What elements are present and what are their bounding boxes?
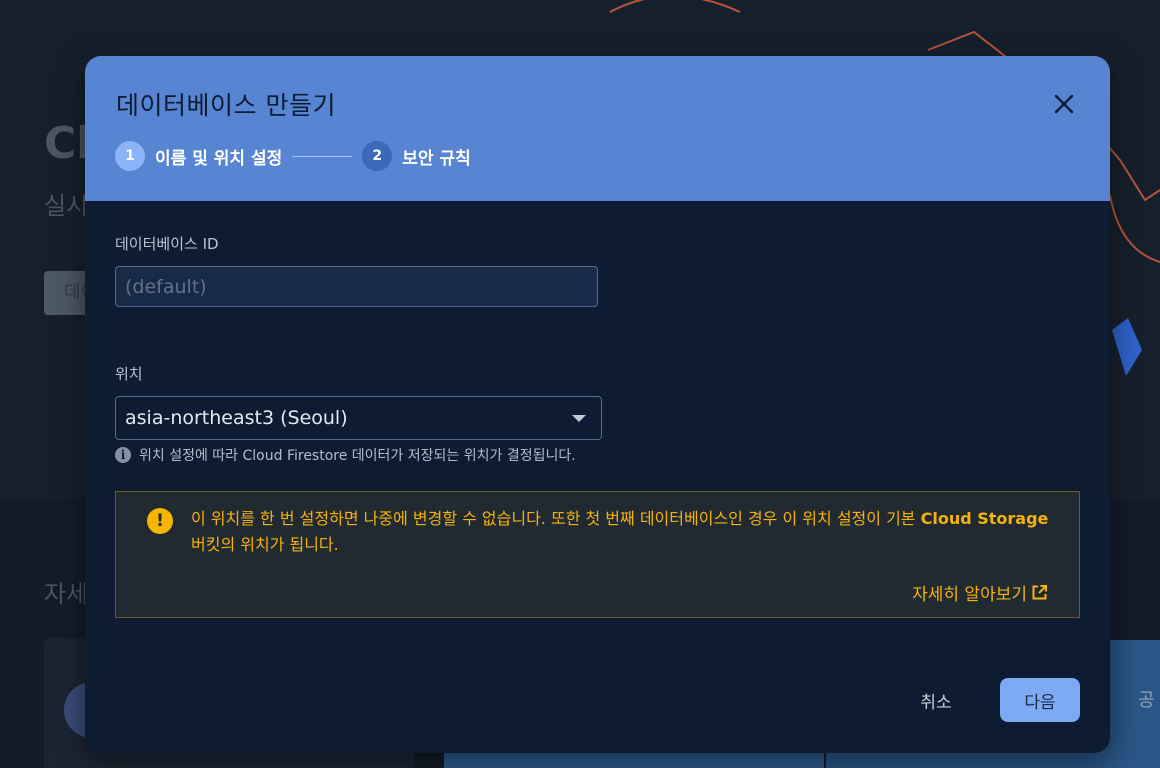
bg-card-text: 공 <box>1138 690 1155 711</box>
stepper: 1 이름 및 위치 설정 2 보안 규칙 <box>115 140 471 172</box>
open-in-new-icon <box>1032 585 1047 600</box>
learn-more-link[interactable]: 자세히 알아보기 <box>912 580 1048 605</box>
step-2-number: 2 <box>362 141 393 171</box>
warning-text-part2: 버킷의 위치가 됩니다. <box>191 535 339 554</box>
step-2-label: 보안 규칙 <box>402 148 471 169</box>
step-1-label: 이름 및 위치 설정 <box>155 148 283 169</box>
create-database-dialog: 데이터베이스 만들기 1 이름 및 위치 설정 2 보안 규칙 데이터베이스 I… <box>85 56 1110 753</box>
database-id-input[interactable] <box>115 266 598 307</box>
next-button[interactable]: 다음 <box>1000 678 1080 722</box>
location-label: 위치 <box>115 365 143 383</box>
info-icon: i <box>115 447 131 463</box>
step-connector <box>292 155 353 157</box>
chevron-down-icon <box>572 414 586 422</box>
location-hint: i 위치 설정에 따라 Cloud Firestore 데이터가 저장되는 위치… <box>115 445 576 465</box>
close-button[interactable] <box>1047 87 1081 121</box>
database-id-label: 데이터베이스 ID <box>115 235 219 253</box>
learn-more-label: 자세히 알아보기 <box>912 585 1027 605</box>
step-1-number: 1 <box>115 141 145 171</box>
bg-page-subtitle: 실시 <box>44 192 89 220</box>
dialog-header: 데이터베이스 만들기 1 이름 및 위치 설정 2 보안 규칙 <box>85 56 1110 201</box>
warning-banner: ! 이 위치를 한 번 설정하면 나중에 변경할 수 없습니다. 또한 첫 번째… <box>115 491 1080 618</box>
location-hint-text: 위치 설정에 따라 Cloud Firestore 데이터가 저장되는 위치가 … <box>139 448 576 464</box>
warning-text-strong: Cloud Storage <box>920 509 1049 528</box>
close-icon <box>1054 94 1074 114</box>
bg-section-title: 자세 <box>44 580 89 608</box>
dialog-title: 데이터베이스 만들기 <box>116 91 336 120</box>
warning-icon: ! <box>147 508 173 534</box>
warning-text: 이 위치를 한 번 설정하면 나중에 변경할 수 없습니다. 또한 첫 번째 데… <box>191 506 1051 558</box>
location-selected-value: asia-northeast3 (Seoul) <box>125 407 348 429</box>
warning-text-part1: 이 위치를 한 번 설정하면 나중에 변경할 수 없습니다. 또한 첫 번째 데… <box>191 509 921 528</box>
cancel-button[interactable]: 취소 <box>903 678 969 722</box>
location-select[interactable]: asia-northeast3 (Seoul) <box>115 396 602 440</box>
